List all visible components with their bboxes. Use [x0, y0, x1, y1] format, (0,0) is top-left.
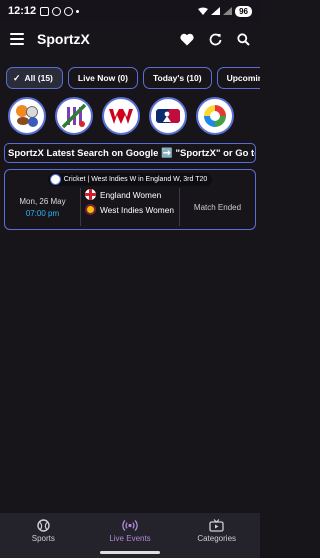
cricket-icon[interactable]: [55, 97, 93, 135]
nav-live-events[interactable]: Live Events: [87, 513, 174, 548]
status-bar: 12:12 96: [0, 0, 260, 22]
multi-sports-icon[interactable]: [8, 97, 46, 135]
menu-icon[interactable]: [10, 33, 24, 45]
filter-chip-label: Upcoming (5): [226, 73, 260, 83]
nav-label: Sports: [31, 533, 55, 543]
swirl-logo[interactable]: [196, 97, 234, 135]
filter-chip-todays[interactable]: Today's (10): [142, 67, 212, 89]
filter-chips: ✓ All (15) Live Now (0) Today's (10) Upc…: [6, 67, 260, 89]
signal-icon: [211, 7, 221, 15]
announcement-marquee[interactable]: SportzX Latest Search on Google ➡️ "Spor…: [4, 143, 256, 163]
team-name: West Indies Women: [100, 204, 174, 215]
match-header: Cricket | West Indies W in England W, 3r…: [5, 173, 255, 186]
more-dot-icon: [76, 9, 80, 13]
match-teams: England Women West Indies Women: [85, 189, 177, 215]
status-time: 12:12: [8, 5, 37, 17]
filter-chip-live-now[interactable]: Live Now (0): [67, 67, 138, 89]
battery-level: 96: [235, 5, 252, 17]
match-date: Mon, 26 May: [19, 196, 66, 206]
filter-chip-upcoming[interactable]: Upcoming (5): [216, 67, 260, 89]
team-row: West Indies Women: [85, 204, 177, 215]
live-broadcast-icon: [122, 519, 138, 532]
filter-chip-label: Live Now (0): [77, 73, 128, 83]
notification-icons: [40, 6, 80, 16]
filter-chip-all[interactable]: ✓ All (15): [6, 67, 63, 89]
system-status: 96: [198, 5, 252, 17]
wwe-logo[interactable]: [102, 97, 140, 135]
match-datetime: Mon, 26 May 07:00 pm: [5, 188, 81, 226]
tv-icon: [209, 518, 224, 532]
marquee-text: SportzX Latest Search on Google ➡️ "Spor…: [8, 147, 255, 159]
filter-chip-label: Today's (10): [152, 73, 202, 83]
app-bar: SportzX: [0, 22, 260, 56]
team-row: England Women: [85, 189, 177, 200]
team-name: England Women: [100, 189, 162, 200]
match-status: Match Ended: [179, 188, 255, 226]
refresh-icon[interactable]: [209, 33, 222, 46]
check-icon: ✓: [13, 72, 21, 83]
signal-icon-2: [223, 7, 233, 15]
nav-sports[interactable]: Sports: [0, 513, 87, 548]
league-pill: Cricket | West Indies W in England W, 3r…: [47, 173, 213, 186]
notification-icon: [40, 6, 50, 16]
sport-category-row: [8, 97, 260, 135]
west-indies-flag-icon: [85, 204, 96, 215]
nav-label: Live Events: [109, 533, 151, 543]
wifi-icon: [198, 7, 209, 15]
shazam-icon: [64, 6, 74, 16]
cricket-league-icon: [49, 174, 61, 185]
bottom-navigation: Sports Live Events Categories: [0, 513, 260, 548]
app-title: SportzX: [37, 31, 90, 47]
favorite-heart-icon[interactable]: [180, 33, 194, 46]
match-card[interactable]: Cricket | West Indies W in England W, 3r…: [4, 169, 256, 230]
league-name: Cricket | West Indies W in England W, 3r…: [63, 176, 208, 183]
filter-chip-label: All (15): [24, 73, 53, 83]
match-time: 07:00 pm: [25, 208, 60, 218]
england-flag-icon: [85, 189, 96, 200]
ball-icon: [37, 518, 50, 532]
nav-categories[interactable]: Categories: [173, 513, 260, 548]
search-icon[interactable]: [237, 32, 250, 46]
gesture-bar: [0, 548, 260, 558]
mlb-logo[interactable]: [149, 97, 187, 135]
sync-icon: [52, 6, 62, 16]
nav-label: Categories: [197, 533, 237, 543]
